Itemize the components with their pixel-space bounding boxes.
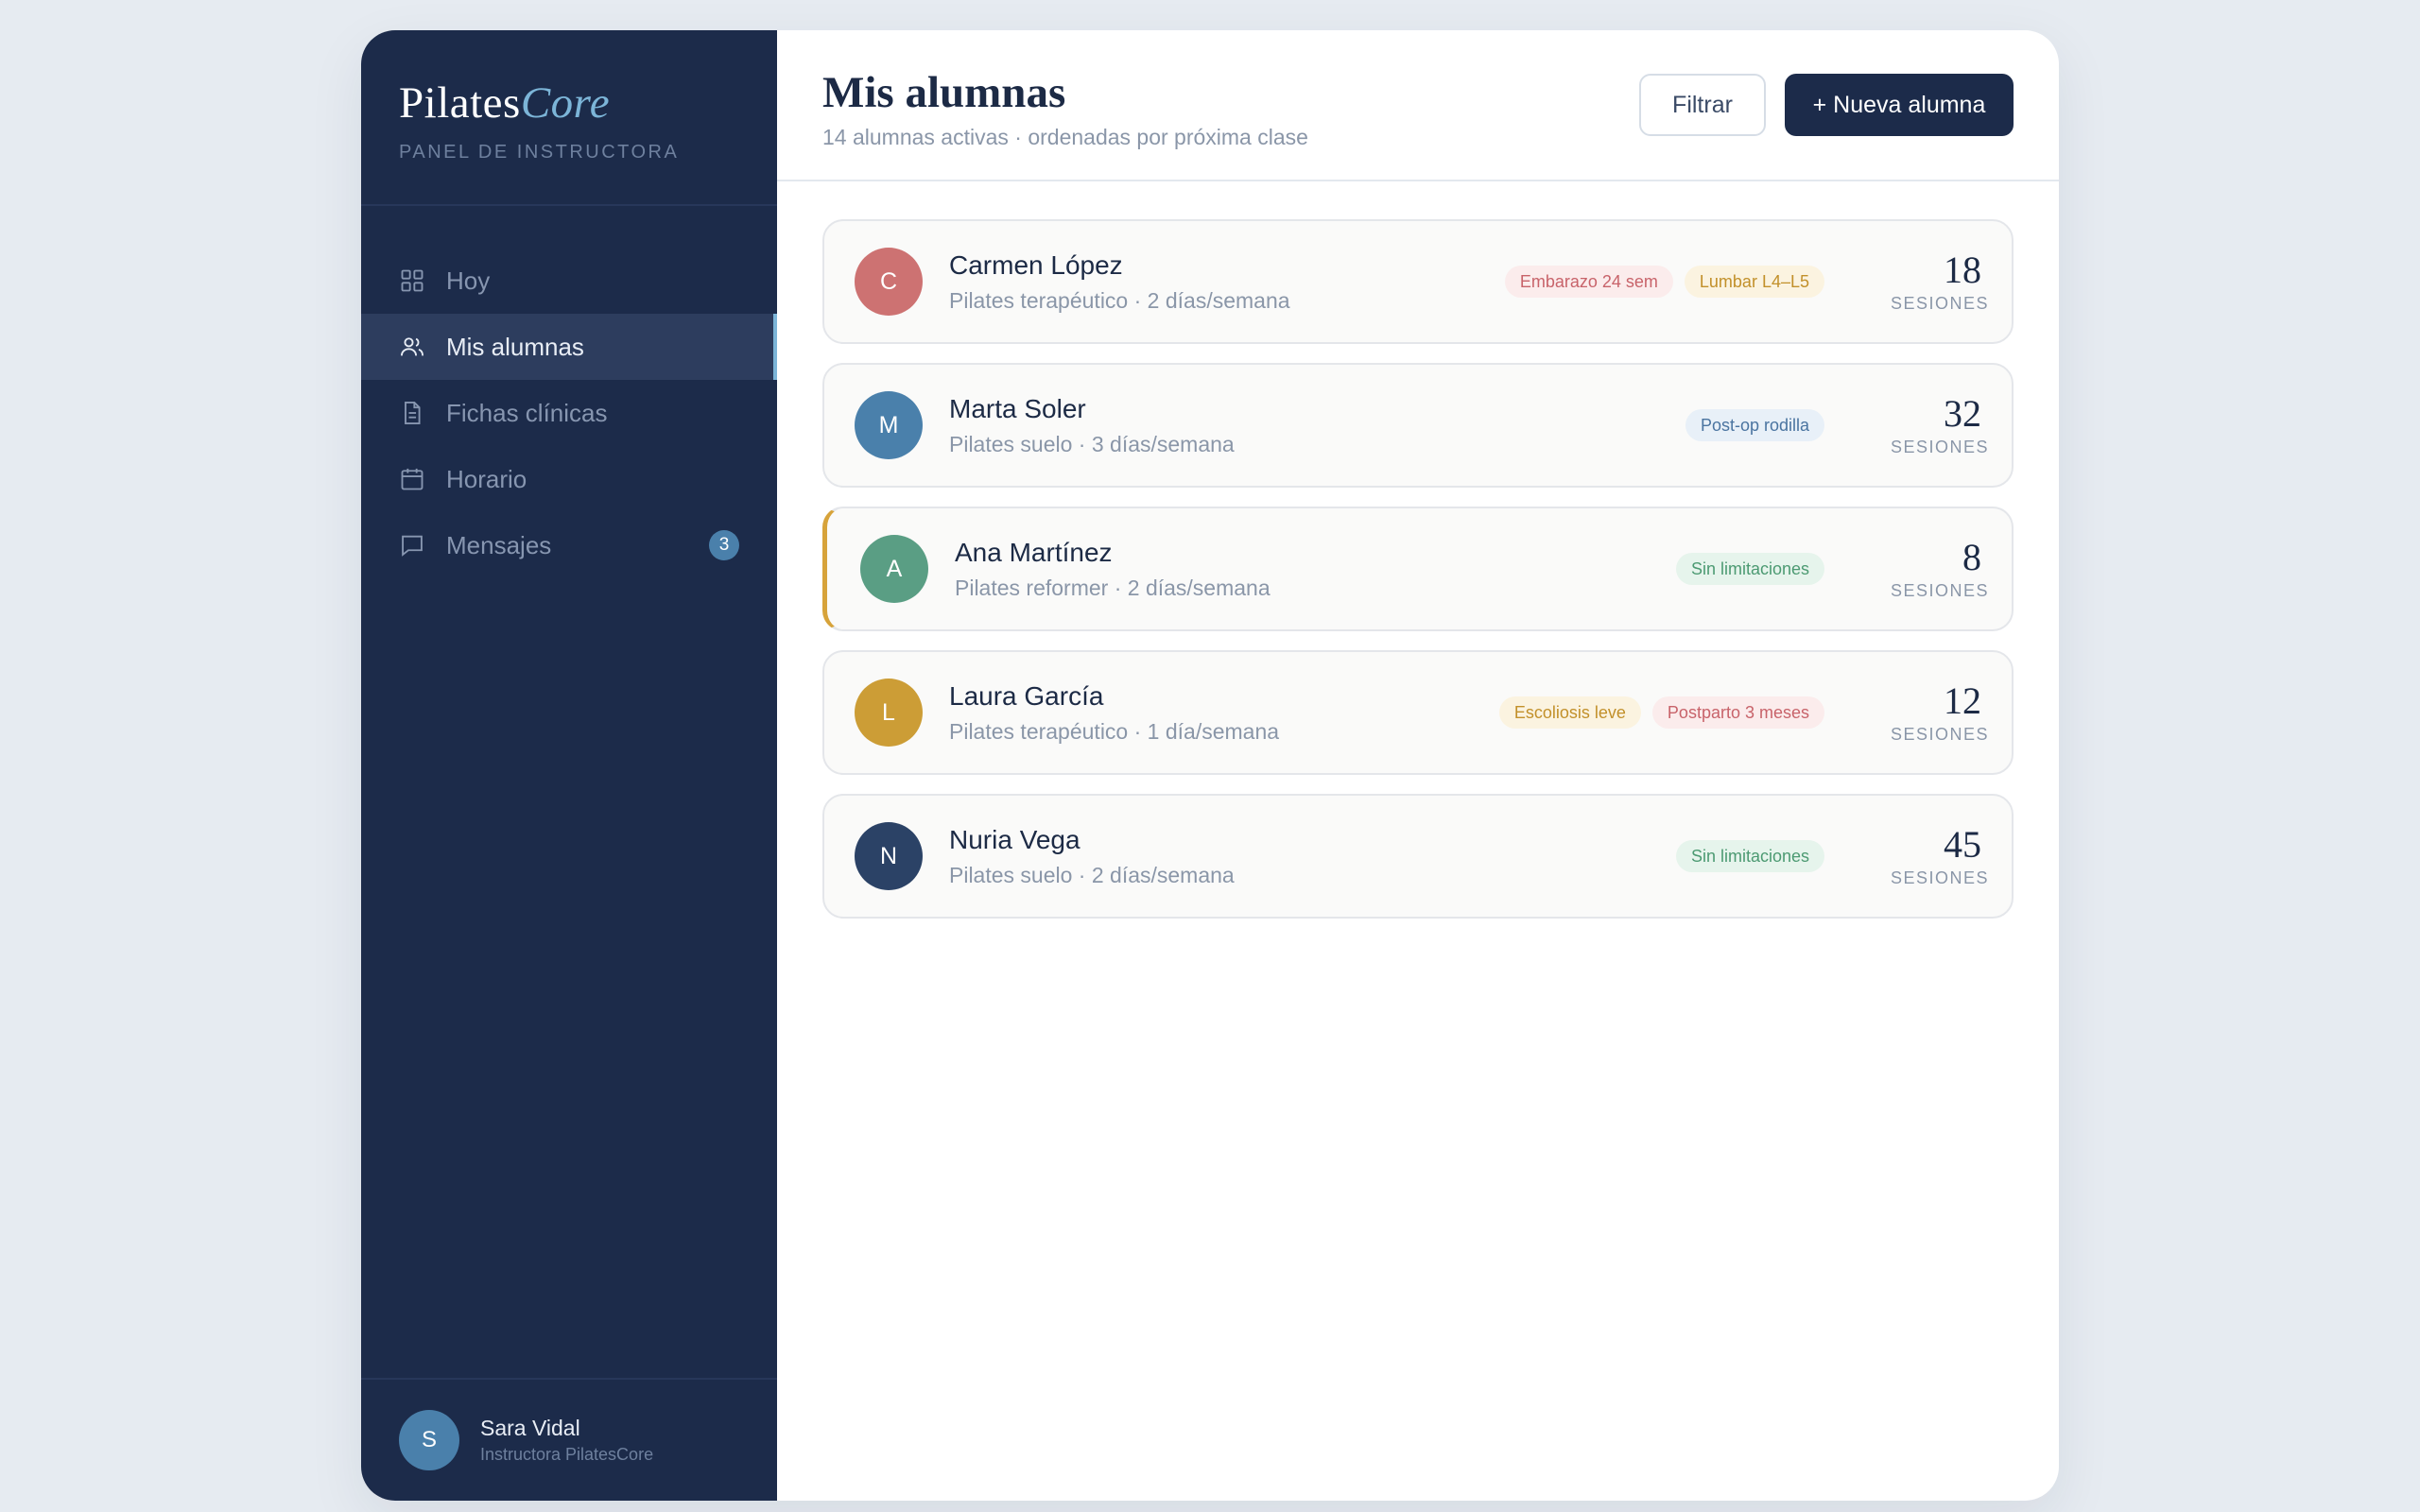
- page-header: Mis alumnas 14 alumnas activas · ordenad…: [777, 30, 2059, 181]
- calendar-icon: [399, 466, 425, 492]
- avatar: N: [855, 822, 923, 890]
- condition-tags: Sin limitaciones: [1675, 553, 1824, 585]
- student-name: Carmen López: [949, 249, 1123, 280]
- student-meta: Pilates terapéutico · 2 días/semana: [949, 287, 1290, 313]
- student-card[interactable]: C Carmen López Pilates terapéutico · 2 día…: [822, 219, 2014, 344]
- avatar: M: [855, 391, 923, 459]
- session-label: SESIONES: [1891, 868, 1990, 887]
- condition-tags: Embarazo 24 sem Lumbar L4–L5: [1504, 266, 1824, 298]
- condition-tag: Lumbar L4–L5: [1684, 266, 1824, 298]
- user-info: Sara Vidal Instructora PilatesCore: [480, 1416, 653, 1465]
- sidebar-item-label: Hoy: [446, 266, 491, 295]
- users-icon: [399, 334, 425, 360]
- session-number: 12: [1944, 679, 1981, 722]
- session-count: 18 SESIONES: [1891, 248, 1990, 314]
- student-info: Laura García Pilates terapéutico · 1 día/…: [949, 681, 1499, 745]
- user-role: Instructora PilatesCore: [480, 1445, 654, 1464]
- brand-subtitle: PANEL DE INSTRUCTORA: [399, 141, 680, 163]
- main-content: Mis alumnas 14 alumnas activas · ordenad…: [777, 30, 2059, 1501]
- sidebar-item-label: Mensajes: [446, 530, 552, 559]
- student-info: Carmen López Pilates terapéutico · 2 días…: [949, 250, 1505, 314]
- student-info: Marta Soler Pilates suelo · 3 días/semana: [949, 394, 1685, 457]
- session-label: SESIONES: [1891, 724, 1990, 744]
- session-count: 12 SESIONES: [1891, 679, 1990, 745]
- logo-main: Pilates: [399, 78, 521, 128]
- sidebar-nav: Hoy Mis alumnas Fichas clínicas Horario: [361, 206, 777, 578]
- avatar: A: [860, 535, 928, 603]
- session-number: 8: [1962, 535, 1981, 578]
- sidebar-item-horario[interactable]: Horario: [361, 446, 777, 512]
- message-icon: [399, 532, 425, 558]
- brand: PilatesCore PANEL DE INSTRUCTORA: [361, 30, 777, 206]
- student-info: Nuria Vega Pilates suelo · 2 días/semana: [949, 825, 1676, 888]
- grid-icon: [399, 267, 425, 294]
- logo-accent: Core: [520, 78, 611, 128]
- sidebar-item-label: Mis alumnas: [446, 332, 584, 361]
- student-meta: Pilates terapéutico · 1 día/semana: [949, 718, 1280, 744]
- student-name: Ana Martínez: [955, 537, 1113, 567]
- student-meta: Pilates reformer · 2 días/semana: [955, 575, 1270, 600]
- condition-tag: Sin limitaciones: [1675, 553, 1824, 585]
- session-label: SESIONES: [1891, 437, 1990, 456]
- student-card[interactable]: L Laura García Pilates terapéutico · 1 día…: [822, 650, 2014, 775]
- student-card[interactable]: N Nuria Vega Pilates suelo · 2 días/semana…: [822, 794, 2014, 919]
- student-name: Laura García: [949, 680, 1104, 711]
- condition-tags: Escoliosis leve Postparto 3 meses: [1498, 696, 1824, 729]
- new-student-button[interactable]: + Nueva alumna: [1785, 74, 2014, 136]
- condition-tag: Sin limitaciones: [1675, 840, 1824, 872]
- student-name: Marta Soler: [949, 393, 1086, 423]
- session-count: 45 SESIONES: [1891, 822, 1990, 888]
- student-meta: Pilates suelo · 2 días/semana: [949, 862, 1235, 887]
- condition-tags: Sin limitaciones: [1675, 840, 1824, 872]
- student-name: Nuria Vega: [949, 824, 1080, 854]
- sidebar-item-mis-alumnas[interactable]: Mis alumnas: [361, 314, 777, 380]
- student-list: C Carmen López Pilates terapéutico · 2 día…: [777, 181, 2059, 919]
- session-count: 8 SESIONES: [1891, 535, 1990, 601]
- session-number: 32: [1944, 391, 1981, 435]
- filter-button[interactable]: Filtrar: [1639, 74, 1766, 136]
- sidebar: PilatesCore PANEL DE INSTRUCTORA Hoy Mis…: [361, 30, 777, 1501]
- user-name: Sara Vidal: [480, 1416, 580, 1440]
- condition-tag: Embarazo 24 sem: [1504, 266, 1673, 298]
- avatar: S: [399, 1410, 459, 1470]
- user-profile[interactable]: S Sara Vidal Instructora PilatesCore: [361, 1378, 777, 1501]
- logo[interactable]: PilatesCore: [399, 78, 739, 129]
- document-icon: [399, 400, 425, 426]
- sidebar-item-label: Fichas clínicas: [446, 398, 608, 427]
- sidebar-item-label: Horario: [446, 464, 527, 493]
- condition-tags: Post-op rodilla: [1685, 409, 1824, 441]
- student-meta: Pilates suelo · 3 días/semana: [949, 431, 1235, 456]
- session-label: SESIONES: [1891, 580, 1990, 600]
- avatar: C: [855, 248, 923, 316]
- unread-badge: 3: [709, 530, 739, 560]
- sidebar-item-hoy[interactable]: Hoy: [361, 248, 777, 314]
- avatar: L: [855, 679, 923, 747]
- student-info: Ana Martínez Pilates reformer · 2 días/se…: [955, 538, 1676, 601]
- session-number: 18: [1944, 248, 1981, 291]
- condition-tag: Escoliosis leve: [1498, 696, 1641, 729]
- session-count: 32 SESIONES: [1891, 391, 1990, 457]
- condition-tag: Postparto 3 meses: [1651, 696, 1824, 729]
- header-actions: Filtrar + Nueva alumna: [1639, 74, 2014, 136]
- student-card[interactable]: M Marta Soler Pilates suelo · 3 días/seman…: [822, 363, 2014, 488]
- session-number: 45: [1944, 822, 1981, 866]
- student-card[interactable]: A Ana Martínez Pilates reformer · 2 días/s…: [822, 507, 2014, 631]
- sidebar-item-fichas-clinicas[interactable]: Fichas clínicas: [361, 380, 777, 446]
- condition-tag: Post-op rodilla: [1685, 409, 1824, 441]
- app-window: PilatesCore PANEL DE INSTRUCTORA Hoy Mis…: [361, 30, 2059, 1501]
- session-label: SESIONES: [1891, 293, 1990, 313]
- sidebar-item-mensajes[interactable]: Mensajes 3: [361, 512, 777, 578]
